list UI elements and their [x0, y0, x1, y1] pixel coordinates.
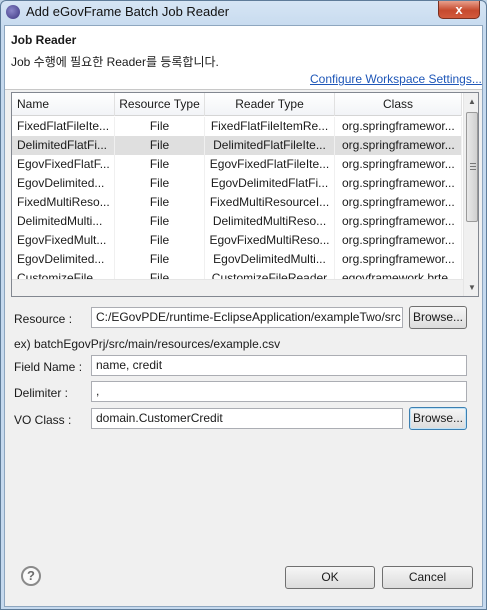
cell-reader-type: EgovFixedFlatFileIte... — [205, 155, 335, 174]
page-description: Job 수행에 필요한 Reader를 등록합니다. — [11, 55, 219, 69]
cell-name: EgovDelimited... — [12, 250, 115, 269]
table-row[interactable]: FixedMultiReso... File FixedMultiResourceI… — [12, 193, 462, 212]
table-row[interactable]: DelimitedFlatFi... File DelimitedFlatFileI… — [12, 136, 462, 155]
cell-reader-type: EgovFixedMultiReso... — [205, 231, 335, 250]
ok-button[interactable]: OK — [285, 566, 375, 589]
column-header-class[interactable]: Class — [335, 93, 462, 116]
window-title: Add eGovFrame Batch Job Reader — [26, 4, 230, 19]
delimiter-label: Delimiter : — [14, 386, 69, 400]
cell-name: EgovDelimited... — [12, 174, 115, 193]
cell-class: org.springframewor... — [335, 136, 462, 155]
cell-class: org.springframewor... — [335, 174, 462, 193]
cell-resource-type: File — [115, 136, 205, 155]
close-button[interactable]: x — [438, 1, 480, 19]
column-header-reader-type[interactable]: Reader Type — [205, 93, 335, 116]
vo-class-label: VO Class : — [14, 413, 72, 427]
vertical-scrollbar[interactable]: ▲ ▼ — [463, 93, 478, 296]
field-name-label: Field Name : — [14, 360, 83, 374]
cell-reader-type: FixedFlatFileItemRe... — [205, 117, 335, 136]
dialog-window: Add eGovFrame Batch Job Reader x Job Rea… — [0, 0, 487, 610]
eclipse-icon — [6, 5, 20, 19]
cell-resource-type: File — [115, 212, 205, 231]
title-bar: Add eGovFrame Batch Job Reader x — [1, 1, 486, 23]
cell-resource-type: File — [115, 155, 205, 174]
cell-reader-type: DelimitedMultiReso... — [205, 212, 335, 231]
vo-class-browse-button[interactable]: Browse... — [409, 407, 467, 430]
cell-reader-type: DelimitedFlatFileIte... — [205, 136, 335, 155]
cell-reader-type: FixedMultiResourceI... — [205, 193, 335, 212]
horizontal-scrollbar[interactable] — [12, 279, 463, 296]
cell-resource-type: File — [115, 174, 205, 193]
table-row[interactable]: EgovDelimited... File EgovDelimitedMulti..… — [12, 250, 462, 269]
cell-resource-type: File — [115, 231, 205, 250]
field-name-input[interactable]: name, credit — [91, 355, 467, 376]
table-row[interactable]: FixedFlatFileIte... File FixedFlatFileItem… — [12, 117, 462, 136]
resource-field[interactable]: C:/EGovPDE/runtime-EclipseApplication/ex… — [91, 307, 403, 328]
cell-class: org.springframewor... — [335, 212, 462, 231]
column-header-name[interactable]: Name — [12, 93, 115, 116]
table-row[interactable]: EgovDelimited... File EgovDelimitedFlatFi.… — [12, 174, 462, 193]
vo-class-input[interactable]: domain.CustomerCredit — [91, 408, 403, 429]
scroll-down-icon[interactable]: ▼ — [464, 279, 478, 296]
cell-name: FixedFlatFileIte... — [12, 117, 115, 136]
scrollbar-thumb[interactable] — [466, 112, 478, 222]
cell-name: EgovFixedFlatF... — [12, 155, 115, 174]
cell-reader-type: EgovDelimitedMulti... — [205, 250, 335, 269]
dialog-content: Job Reader Job 수행에 필요한 Reader를 등록합니다. Co… — [4, 25, 483, 607]
resource-browse-button[interactable]: Browse... — [409, 306, 467, 329]
table-row[interactable]: EgovFixedMult... File EgovFixedMultiReso..… — [12, 231, 462, 250]
cell-class: org.springframewor... — [335, 250, 462, 269]
cell-resource-type: File — [115, 250, 205, 269]
cell-reader-type: EgovDelimitedFlatFi... — [205, 174, 335, 193]
cell-name: DelimitedMulti... — [12, 212, 115, 231]
help-icon[interactable]: ? — [21, 566, 41, 586]
reader-table[interactable]: Name Resource Type Reader Type Class Fix… — [11, 92, 479, 297]
cell-resource-type: File — [115, 193, 205, 212]
cell-name: EgovFixedMult... — [12, 231, 115, 250]
cell-class: org.springframewor... — [335, 231, 462, 250]
column-header-resource-type[interactable]: Resource Type — [115, 93, 205, 116]
resource-hint: ex) batchEgovPrj/src/main/resources/exam… — [14, 337, 281, 351]
cell-name: DelimitedFlatFi... — [12, 136, 115, 155]
table-row[interactable]: DelimitedMulti... File DelimitedMultiReso.… — [12, 212, 462, 231]
cell-name: FixedMultiReso... — [12, 193, 115, 212]
delimiter-input[interactable]: , — [91, 381, 467, 402]
table-row[interactable]: EgovFixedFlatF... File EgovFixedFlatFileIt… — [12, 155, 462, 174]
table-header: Name Resource Type Reader Type Class — [12, 93, 462, 116]
cell-resource-type: File — [115, 117, 205, 136]
scroll-up-icon[interactable]: ▲ — [464, 93, 478, 110]
page-title: Job Reader — [11, 33, 77, 47]
resource-label: Resource : — [14, 312, 73, 326]
configure-workspace-link[interactable]: Configure Workspace Settings... — [310, 72, 482, 86]
cell-class: org.springframewor... — [335, 155, 462, 174]
wizard-header: Job Reader Job 수행에 필요한 Reader를 등록합니다. Co… — [5, 26, 482, 90]
cancel-button[interactable]: Cancel — [382, 566, 473, 589]
cell-class: org.springframewor... — [335, 117, 462, 136]
cell-class: org.springframewor... — [335, 193, 462, 212]
